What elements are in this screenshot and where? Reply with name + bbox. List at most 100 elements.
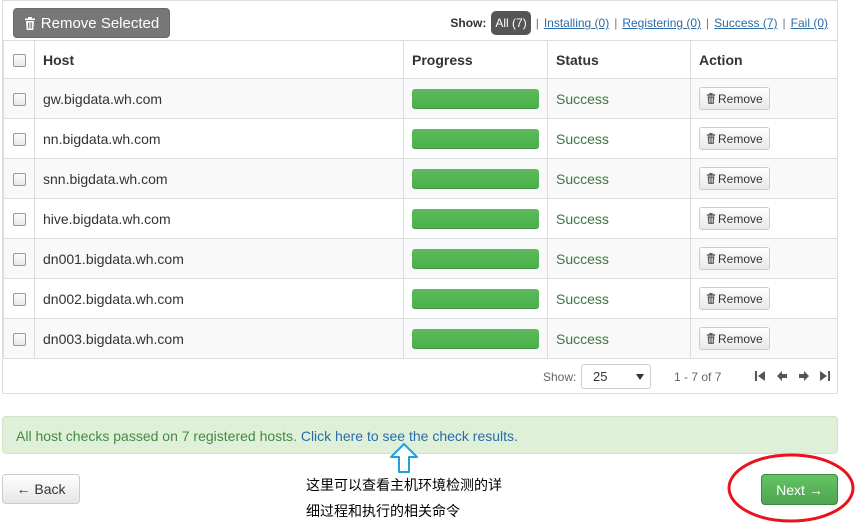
- progress-bar: [412, 88, 539, 109]
- remove-host-label: Remove: [718, 211, 763, 226]
- remove-host-label: Remove: [718, 131, 763, 146]
- action-cell: Remove: [690, 158, 838, 199]
- row-select-cell: [3, 278, 35, 319]
- row-checkbox[interactable]: [12, 253, 26, 267]
- action-cell: Remove: [690, 78, 838, 119]
- table-header-row: Host Progress Status Action: [3, 40, 838, 79]
- row-select-cell: [3, 118, 35, 159]
- page-range-text: 1 - 7 of 7: [674, 370, 722, 384]
- annotation-note: 这里可以查看主机环境检测的详 细过程和执行的相关命令: [306, 473, 502, 525]
- hosts-table: Host Progress Status Action gw.bigdata.w…: [3, 40, 838, 359]
- column-header-host[interactable]: Host: [34, 40, 404, 79]
- remove-host-label: Remove: [718, 291, 763, 306]
- trash-icon: [706, 213, 716, 224]
- annotation-ellipse: [727, 453, 855, 523]
- progress-bar: [412, 248, 539, 269]
- remove-host-label: Remove: [718, 331, 763, 346]
- status-text: Success: [556, 210, 609, 227]
- row-select-cell: [3, 318, 35, 359]
- action-cell: Remove: [690, 198, 838, 239]
- table-row: dn001.bigdata.wh.com Success Remove: [3, 238, 838, 279]
- first-page-icon[interactable]: [754, 370, 766, 382]
- row-select-cell: [3, 158, 35, 199]
- remove-host-button[interactable]: Remove: [699, 327, 770, 350]
- check-results-link[interactable]: Click here to see the check results.: [301, 428, 518, 444]
- row-select-cell: [3, 198, 35, 239]
- status-text: Success: [556, 250, 609, 267]
- table-row: dn003.bigdata.wh.com Success Remove: [3, 318, 838, 359]
- status-text: Success: [556, 330, 609, 347]
- row-checkbox[interactable]: [12, 293, 26, 307]
- remove-host-button[interactable]: Remove: [699, 167, 770, 190]
- remove-host-button[interactable]: Remove: [699, 207, 770, 230]
- status-cell: Success: [547, 278, 691, 319]
- hosts-toolbar: Remove Selected Show: All (7) | Installi…: [3, 1, 837, 41]
- table-row: snn.bigdata.wh.com Success Remove: [3, 158, 838, 199]
- annotation-line: 这里可以查看主机环境检测的详: [306, 478, 502, 494]
- prev-page-icon[interactable]: [776, 370, 788, 382]
- filter-separator: |: [782, 16, 786, 30]
- chevron-down-icon: [636, 374, 644, 380]
- filter-all[interactable]: All (7): [491, 11, 531, 35]
- progress-cell: [403, 198, 548, 239]
- back-button[interactable]: ← Back: [2, 474, 80, 504]
- column-header-status[interactable]: Status: [547, 40, 691, 79]
- status-text: Success: [556, 130, 609, 147]
- progress-cell: [403, 118, 548, 159]
- table-row: nn.bigdata.wh.com Success Remove: [3, 118, 838, 159]
- pagination-bar: Show: 25 1 - 7 of 7: [3, 359, 837, 393]
- remove-host-label: Remove: [718, 251, 763, 266]
- action-cell: Remove: [690, 318, 838, 359]
- status-cell: Success: [547, 238, 691, 279]
- next-page-icon[interactable]: [798, 370, 810, 382]
- select-all-checkbox[interactable]: [12, 54, 26, 68]
- progress-cell: [403, 158, 548, 199]
- filter-installing[interactable]: Installing (0): [544, 16, 609, 30]
- remove-host-label: Remove: [718, 171, 763, 186]
- annotation-arrow-icon: [390, 443, 418, 473]
- filter-separator: |: [535, 16, 539, 30]
- remove-host-label: Remove: [718, 91, 763, 106]
- host-cell: dn001.bigdata.wh.com: [34, 238, 404, 279]
- status-cell: Success: [547, 198, 691, 239]
- page-size-value: 25: [593, 369, 608, 384]
- status-text: Success: [556, 90, 609, 107]
- last-page-icon[interactable]: [819, 370, 831, 382]
- row-checkbox[interactable]: [12, 173, 26, 187]
- remove-host-button[interactable]: Remove: [699, 247, 770, 270]
- host-checks-alert: All host checks passed on 7 registered h…: [2, 416, 838, 454]
- status-cell: Success: [547, 318, 691, 359]
- table-row: dn002.bigdata.wh.com Success Remove: [3, 278, 838, 319]
- action-cell: Remove: [690, 118, 838, 159]
- trash-icon: [706, 133, 716, 144]
- remove-host-button[interactable]: Remove: [699, 287, 770, 310]
- status-cell: Success: [547, 78, 691, 119]
- row-checkbox[interactable]: [12, 133, 26, 147]
- remove-selected-button[interactable]: Remove Selected: [13, 8, 170, 38]
- host-cell: snn.bigdata.wh.com: [34, 158, 404, 199]
- filter-registering[interactable]: Registering (0): [622, 16, 701, 30]
- filter-separator: |: [614, 16, 618, 30]
- progress-bar: [412, 128, 539, 149]
- row-checkbox[interactable]: [12, 333, 26, 347]
- host-name: nn.bigdata.wh.com: [43, 130, 161, 147]
- progress-bar: [412, 288, 539, 309]
- filter-fail[interactable]: Fail (0): [791, 16, 828, 30]
- remove-host-button[interactable]: Remove: [699, 127, 770, 150]
- hosts-panel: Remove Selected Show: All (7) | Installi…: [2, 0, 838, 394]
- status-text: Success: [556, 290, 609, 307]
- table-row: gw.bigdata.wh.com Success Remove: [3, 78, 838, 119]
- trash-icon: [706, 293, 716, 304]
- host-cell: hive.bigdata.wh.com: [34, 198, 404, 239]
- row-checkbox[interactable]: [12, 93, 26, 107]
- row-select-cell: [3, 238, 35, 279]
- page-size-select[interactable]: 25: [581, 364, 651, 389]
- host-name: hive.bigdata.wh.com: [43, 210, 171, 227]
- filter-success[interactable]: Success (7): [714, 16, 777, 30]
- remove-host-button[interactable]: Remove: [699, 87, 770, 110]
- row-checkbox[interactable]: [12, 213, 26, 227]
- progress-cell: [403, 78, 548, 119]
- progress-cell: [403, 318, 548, 359]
- column-header-progress[interactable]: Progress: [403, 40, 548, 79]
- progress-cell: [403, 238, 548, 279]
